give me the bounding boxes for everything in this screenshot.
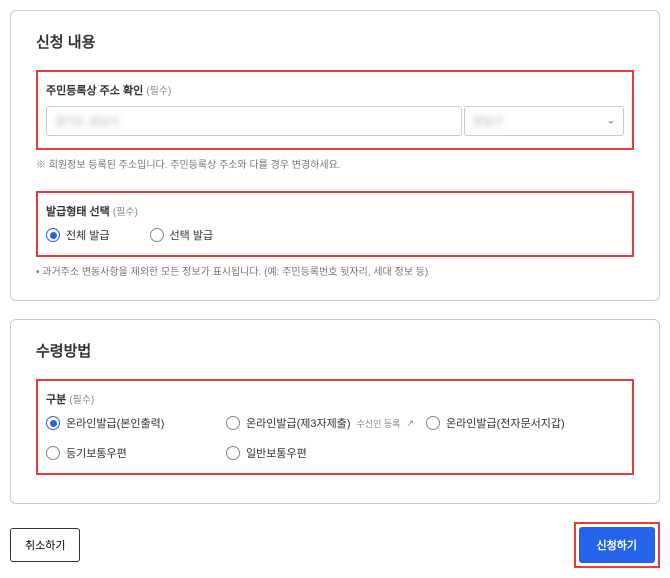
radio-icon (150, 228, 164, 242)
receive-method-card: 수령방법 구분 (필수) 온라인발급(본인출력) 온라인발급(제3자제출) 수신… (10, 319, 660, 504)
application-content-card: 신청 내용 주민등록상 주소 확인 (필수) 경기도 성남시 분당구 ⌄ ※ 회… (10, 10, 660, 301)
issue-type-box: 발급형태 선택 (필수) 전체 발급 선택 발급 (36, 191, 634, 257)
radio-icon (226, 446, 240, 460)
radio-icon (226, 416, 240, 430)
cancel-button[interactable]: 취소하기 (10, 528, 80, 562)
address-note: ※ 회원정보 등록된 주소입니다. 주민등록상 주소와 다를 경우 변경하세요. (36, 158, 634, 173)
radio-icon (46, 228, 60, 242)
external-link-icon: ↗ (406, 418, 414, 429)
radio-regular-mail[interactable]: 일반보통우편 (226, 445, 426, 461)
submit-button[interactable]: 신청하기 (579, 527, 655, 563)
address-label: 주민등록상 주소 확인 (필수) (46, 82, 624, 98)
issue-type-radio-row: 전체 발급 선택 발급 (46, 227, 624, 243)
radio-online-self-print[interactable]: 온라인발급(본인출력) (46, 415, 226, 431)
submit-highlight: 신청하기 (574, 522, 660, 568)
category-box: 구분 (필수) 온라인발급(본인출력) 온라인발급(제3자제출) 수신인 등록 … (36, 379, 634, 475)
radio-icon (46, 416, 60, 430)
card-title-receive: 수령방법 (36, 340, 634, 361)
button-row: 취소하기 신청하기 (10, 522, 660, 568)
radio-select-issue[interactable]: 선택 발급 (150, 227, 214, 243)
issue-type-label: 발급형태 선택 (필수) (46, 203, 624, 219)
radio-icon (426, 416, 440, 430)
category-label: 구분 (필수) (46, 391, 624, 407)
address-select-1[interactable]: 경기도 성남시 (46, 106, 462, 136)
radio-full-issue[interactable]: 전체 발급 (46, 227, 110, 243)
radio-online-third-party[interactable]: 온라인발급(제3자제출) 수신인 등록 ↗ (226, 415, 426, 431)
radio-registered-mail[interactable]: 등기보통우편 (46, 445, 226, 461)
card-title-application: 신청 내용 (36, 31, 634, 52)
address-select-2[interactable]: 분당구 ⌄ (464, 106, 624, 136)
category-radio-grid: 온라인발급(본인출력) 온라인발급(제3자제출) 수신인 등록 ↗ 온라인발급(… (46, 415, 624, 461)
radio-online-ewallet[interactable]: 온라인발급(전자문서지갑) (426, 415, 606, 431)
issue-type-note: • 과거주소 변동사항을 제외한 모든 정보가 표시됩니다. (예: 주민등록번… (36, 265, 634, 280)
radio-icon (46, 446, 60, 460)
address-select-row: 경기도 성남시 분당구 ⌄ (46, 106, 624, 136)
chevron-down-icon: ⌄ (607, 116, 615, 127)
address-confirm-box: 주민등록상 주소 확인 (필수) 경기도 성남시 분당구 ⌄ (36, 70, 634, 150)
